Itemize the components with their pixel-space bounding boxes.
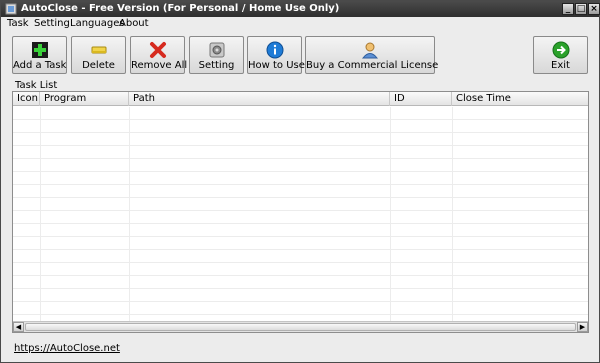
eraser-icon [91, 46, 106, 54]
remove-all-button[interactable]: Remove All [130, 36, 188, 74]
scroll-right-button[interactable]: ▶ [577, 322, 588, 332]
user-icon [361, 42, 379, 59]
close-button[interactable]: × [588, 3, 600, 15]
menu-setting[interactable]: Setting [34, 18, 70, 29]
setting-label: Setting [198, 60, 235, 71]
column-divider [452, 107, 453, 321]
add-task-label: Add a Task [13, 60, 67, 71]
table-header: Icon Program Path ID Close Time [13, 92, 588, 106]
delete-label: Delete [82, 60, 115, 71]
column-divider [390, 107, 391, 321]
menu-languages[interactable]: Languages [70, 18, 125, 29]
remove-all-label: Remove All [131, 60, 188, 71]
column-close-time[interactable]: Close Time [452, 92, 588, 106]
title-bar[interactable]: AutoClose - Free Version (For Personal /… [1, 1, 600, 17]
task-list-label: Task List [15, 80, 58, 91]
delete-button[interactable]: Delete [71, 36, 126, 74]
maximize-button[interactable]: □ [575, 3, 587, 15]
menu-about[interactable]: About [119, 18, 149, 29]
app-window: AutoClose - Free Version (For Personal /… [0, 0, 600, 363]
red-x-icon [149, 42, 166, 58]
column-program[interactable]: Program [40, 92, 129, 106]
window-title: AutoClose - Free Version (For Personal /… [21, 3, 340, 14]
settings-icon [209, 42, 224, 58]
add-icon [31, 42, 48, 58]
table-body[interactable] [13, 107, 588, 321]
horizontal-scrollbar[interactable]: ◀ ▶ [13, 321, 588, 332]
buy-license-label: Buy a Commercial License [306, 60, 439, 71]
scrollbar-thumb[interactable] [25, 323, 576, 331]
menu-task[interactable]: Task [7, 18, 29, 29]
setting-button[interactable]: Setting [189, 36, 244, 74]
info-icon [266, 41, 283, 59]
minimize-button[interactable]: _ [562, 3, 574, 15]
scroll-left-button[interactable]: ◀ [13, 322, 24, 332]
exit-arrow-icon [552, 41, 569, 59]
column-divider [40, 107, 41, 321]
exit-label: Exit [551, 60, 570, 71]
how-to-use-label: How to Use [248, 60, 305, 71]
menu-bar: Task Setting Languages About [1, 17, 599, 32]
how-to-use-button[interactable]: How to Use [247, 36, 305, 74]
app-icon [5, 3, 17, 15]
column-divider [129, 107, 130, 321]
buy-license-button[interactable]: Buy a Commercial License [305, 36, 439, 74]
column-icon[interactable]: Icon [13, 92, 40, 106]
column-id[interactable]: ID [390, 92, 452, 106]
column-path[interactable]: Path [129, 92, 390, 106]
website-link[interactable]: https://AutoClose.net [14, 343, 120, 354]
add-task-button[interactable]: Add a Task [12, 36, 67, 74]
task-table[interactable]: Icon Program Path ID Close Time ◀ ▶ [12, 91, 589, 333]
exit-button[interactable]: Exit [533, 36, 588, 74]
